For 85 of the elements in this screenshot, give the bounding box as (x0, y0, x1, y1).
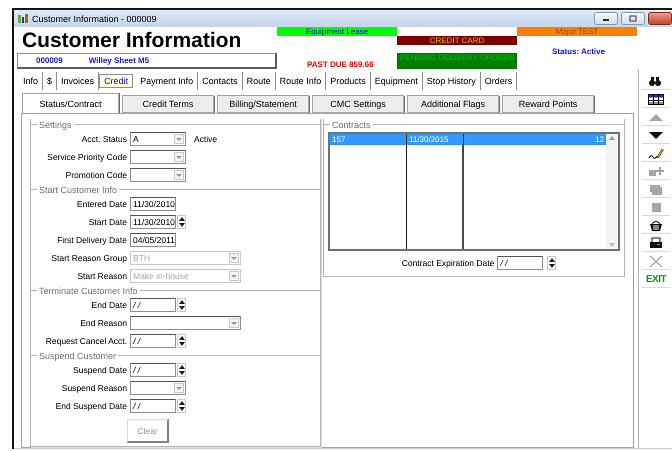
table-icon (648, 92, 664, 106)
field-label: End Suspend Date (54, 401, 128, 411)
spinner-control[interactable] (177, 215, 186, 229)
tab[interactable]: Route Info (276, 72, 326, 90)
status-banner: PENDING DELIVERY ORDERS (397, 53, 517, 69)
spinner-control[interactable] (177, 363, 186, 377)
field-label: Acct. Status (80, 134, 128, 144)
date-field[interactable]: 11/30/2010 (130, 215, 176, 229)
maximize-icon (628, 14, 638, 22)
group-title: Terminate Customer Info (38, 286, 139, 296)
field-label: Service Priority Code (46, 152, 128, 162)
tab[interactable]: Info (19, 72, 44, 90)
dropdown-field[interactable] (130, 168, 186, 182)
list-cell-text: 12 (594, 134, 605, 145)
account-name: Willey Sheet M5 (88, 56, 150, 65)
spinner-control[interactable] (547, 256, 556, 270)
group-title: Contracts (331, 120, 372, 130)
group-title: Settings (38, 120, 73, 130)
past-due-amount: PAST DUE 859.66 (306, 60, 375, 69)
tab[interactable]: Billing/Statement (217, 95, 309, 113)
tab[interactable]: Equipment (370, 72, 423, 90)
dropdown-field[interactable] (130, 316, 241, 330)
close-icon (648, 254, 664, 268)
tab[interactable]: Route (242, 72, 276, 90)
status-text: Active (194, 134, 218, 144)
field-label: End Reason (79, 318, 128, 328)
field-label: Suspend Date (72, 365, 128, 375)
list-cell: 11/30/2015 (407, 134, 464, 145)
spinner-control[interactable] (177, 399, 186, 413)
date-field[interactable]: / / (130, 334, 176, 348)
date-field[interactable]: / / (130, 298, 176, 312)
scrollbar[interactable] (606, 134, 618, 249)
status-banner: Major TEST (517, 27, 637, 36)
date-field[interactable]: 04/05/2011 (130, 233, 176, 247)
field-label: Suspend Reason (60, 383, 128, 393)
maximize-button[interactable] (621, 12, 645, 25)
field-label: Start Reason Group (50, 253, 128, 263)
printer-icon (648, 236, 664, 250)
add-icon (648, 164, 664, 178)
page-title: Customer Information (21, 29, 242, 53)
binoculars-icon (648, 74, 664, 88)
field-label: First Delivery Date (56, 235, 128, 245)
group-title: Suspend Customer (38, 350, 118, 360)
account-status: Status: Active (551, 47, 606, 56)
status-banner: CREDIT CARD (397, 36, 517, 45)
dropdown-field[interactable] (130, 381, 186, 395)
field-label: Promotion Code (64, 170, 128, 180)
tab[interactable]: $ (43, 72, 58, 90)
tab[interactable]: Orders (480, 72, 518, 90)
basket-icon (648, 218, 664, 232)
group-title: Start Customer Info (38, 184, 118, 194)
tab[interactable]: Contacts (198, 72, 243, 90)
dropdown-field[interactable] (130, 150, 186, 164)
dropdown-field[interactable]: A (130, 132, 186, 146)
pen-icon (648, 146, 664, 160)
minimize-button[interactable] (594, 12, 618, 25)
window-title: Customer Information - 000009 (32, 14, 158, 24)
field-label: Start Date (88, 217, 128, 227)
toolbar-button[interactable] (642, 91, 670, 108)
tab[interactable]: CMC Settings (312, 95, 404, 113)
tab[interactable]: Reward Points (502, 95, 594, 113)
field-label: Start Reason (76, 271, 128, 281)
date-field[interactable]: / / (497, 256, 544, 270)
close-button[interactable] (648, 12, 672, 25)
field-label: Contract Expiration Date (402, 258, 494, 268)
spinner-control[interactable] (177, 298, 186, 312)
tab[interactable]: Status/Contract (22, 93, 119, 113)
tab[interactable]: Credit Terms (122, 95, 214, 113)
tab[interactable]: Credit (99, 74, 134, 88)
tab[interactable]: Additional Flags (407, 95, 499, 113)
tab[interactable]: Products (326, 72, 371, 90)
toolbar-button[interactable] (642, 235, 670, 252)
date-field[interactable]: 11/30/2010 (130, 197, 176, 211)
date-field[interactable]: / / (130, 399, 176, 413)
account-number: 000009 (36, 56, 63, 65)
tab[interactable]: Stop History (422, 72, 481, 90)
app-icon (18, 14, 28, 23)
status-banner: Equipment Lease (277, 27, 397, 36)
field-label: Entered Date (76, 199, 128, 209)
date-field[interactable]: / / (130, 363, 176, 377)
field-label: End Date (90, 300, 128, 310)
list-cell: 157 (330, 134, 408, 145)
tab[interactable]: Payment Info (136, 72, 198, 90)
spinner-control[interactable] (177, 334, 186, 348)
field-label: Request Cancel Acct. (44, 336, 128, 346)
